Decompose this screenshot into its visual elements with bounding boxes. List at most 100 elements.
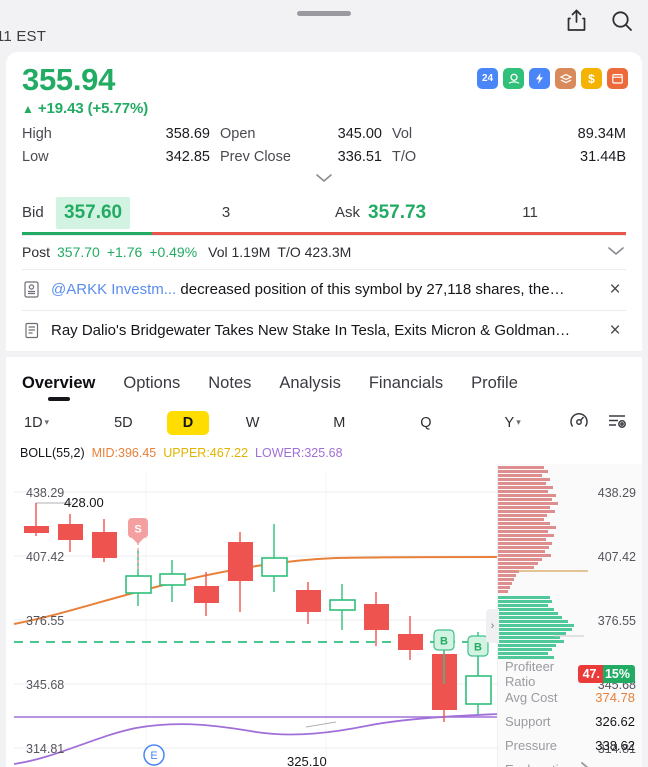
period-d[interactable]: D	[166, 410, 210, 435]
panel-y-label: 376.55	[597, 613, 636, 628]
indicator-lower: LOWER:325.68	[255, 445, 343, 460]
stat-label: High	[22, 125, 52, 142]
indicator-settings-icon[interactable]	[606, 410, 628, 436]
stat-label: Profiteer Ratio	[505, 658, 555, 689]
post-pct: +0.49%	[149, 244, 198, 261]
post-label: Post	[22, 244, 51, 261]
quote-stats: High 358.69 Open 345.00 Vol 89.34M Low 342.8…	[22, 126, 626, 172]
stat-label: Pressure	[505, 738, 558, 754]
stat-pressure: Pressure 338.62	[505, 734, 635, 758]
sheet-grabber[interactable]	[297, 11, 351, 16]
stat-value: 338.62	[595, 738, 635, 754]
up-arrow-icon: ▲	[22, 101, 34, 116]
explanation-link[interactable]: Explanation	[505, 758, 635, 767]
period-1d[interactable]: 1D ▾	[24, 415, 80, 431]
stat-value: 374.78	[595, 690, 635, 706]
y-axis-label: 345.68	[26, 677, 65, 692]
period-label: D	[166, 410, 210, 435]
period-label: Q	[420, 414, 432, 431]
chevron-right-icon[interactable]: ›	[486, 608, 499, 643]
indicator-name: BOLL(55,2)	[20, 445, 85, 460]
y-axis-label: 407.42	[26, 549, 65, 564]
post-market-row[interactable]: Post 357.70 +1.76 +0.49% Vol 1.19M T/O 4…	[22, 234, 626, 269]
period-5d[interactable]: 5D	[80, 415, 167, 431]
quote-card: 355.94 ▲ +19.43 (+5.77%) 24 $ High 358.6…	[6, 52, 642, 351]
stat-label: Low	[22, 148, 49, 165]
panel-y-label: 407.42	[597, 549, 636, 564]
tab-notes[interactable]: Notes	[208, 374, 251, 403]
top-bar-actions	[565, 8, 634, 33]
quote-stat-row: High 358.69 Open 345.00 Vol 89.34M	[22, 126, 626, 149]
indicator-upper: UPPER:467.22	[163, 445, 249, 460]
svg-text:S: S	[134, 523, 141, 535]
ask-price[interactable]: 357.73	[360, 197, 434, 229]
indicator-legend[interactable]: BOLL(55,2) MID:396.45 UPPER:467.22 LOWER…	[6, 442, 642, 464]
tab-analysis[interactable]: Analysis	[279, 374, 340, 403]
status-badge: 47. 15%	[577, 664, 635, 683]
badge-calendar[interactable]	[607, 68, 628, 89]
post-price: 357.70	[57, 244, 100, 261]
post-volume: Vol 1.19M	[208, 244, 271, 261]
badge-layers[interactable]	[555, 68, 576, 89]
chevron-down-icon: ▾	[516, 417, 521, 428]
close-icon[interactable]: ×	[604, 320, 626, 342]
share-icon[interactable]	[565, 8, 588, 33]
high-callout-label: 428.00	[64, 494, 104, 510]
tab-options[interactable]: Options	[123, 374, 180, 403]
close-icon[interactable]: ×	[604, 279, 626, 301]
stat-label: Prev Close	[220, 148, 291, 165]
news-row-fund[interactable]: @ARKK Investm... decreased position of t…	[22, 268, 626, 310]
stat-value: 89.34M	[577, 125, 626, 142]
news-document-icon	[22, 321, 41, 340]
period-m[interactable]: M	[296, 415, 383, 431]
bid-bar-segment	[22, 231, 152, 235]
explanation-label: Explanation	[505, 762, 573, 767]
period-label: 1D	[24, 414, 43, 431]
badge-dollar[interactable]: $	[581, 68, 602, 89]
stat-label: Support	[505, 714, 551, 730]
stat-support: Support 326.62	[505, 710, 635, 734]
badge-capital[interactable]	[503, 68, 524, 89]
feature-badges: 24 $	[477, 68, 628, 89]
chevron-down-icon: ▾	[44, 417, 50, 428]
gauge-icon[interactable]	[568, 410, 590, 436]
low-callout-label: 325.10	[287, 753, 327, 767]
stat-label: Vol	[392, 125, 413, 142]
period-w[interactable]: W	[209, 415, 296, 431]
news-row-article[interactable]: Ray Dalio's Bridgewater Takes New Stake …	[22, 309, 626, 351]
stat-value: 345.00	[337, 125, 382, 142]
price-chart[interactable]: S B B E 438.29 407.42 376.55 345.68 314.…	[6, 463, 642, 767]
tab-profile[interactable]: Profile	[471, 374, 518, 403]
ask-bar-segment	[151, 231, 626, 235]
tab-overview[interactable]: Overview	[22, 374, 95, 403]
bid-quantity: 3	[221, 204, 231, 222]
panel-y-label: 438.29	[597, 485, 636, 500]
panel-stats: Profiteer Ratio 47. 15% Avg Cost 374.78 …	[498, 658, 642, 767]
y-axis-label: 438.29	[26, 485, 65, 500]
chart-tool-icons	[568, 410, 628, 436]
search-icon[interactable]	[610, 9, 634, 33]
y-axis-label: 314.81	[26, 741, 65, 756]
badge-lightning[interactable]	[529, 68, 550, 89]
price-change-value: +19.43 (+5.77%)	[37, 99, 149, 117]
tab-financials[interactable]: Financials	[369, 374, 443, 403]
period-y[interactable]: Y ▾	[469, 415, 556, 431]
svg-text:E: E	[150, 750, 157, 762]
period-q[interactable]: Q	[383, 415, 470, 431]
stat-value: 336.51	[337, 148, 382, 165]
status-time: 11 EST	[0, 28, 47, 45]
ratio-profit: 15%	[602, 664, 635, 683]
chevron-down-icon[interactable]	[606, 244, 626, 260]
news-mention[interactable]: @ARKK Investm...	[51, 281, 176, 298]
svg-text:B: B	[474, 641, 482, 653]
stat-value: 342.85	[165, 148, 210, 165]
badge-24[interactable]: 24	[477, 68, 498, 89]
stat-profiteer-ratio: Profiteer Ratio 47. 15%	[505, 658, 635, 689]
expand-quote-chevron[interactable]	[22, 172, 626, 192]
stat-avg-cost: Avg Cost 374.78	[505, 686, 635, 710]
ask-label: Ask	[334, 204, 360, 222]
bid-price[interactable]: 357.60	[56, 196, 131, 229]
top-bar: 11 EST	[0, 0, 648, 52]
period-label: M	[333, 414, 346, 431]
earnings-marker: E	[143, 744, 165, 766]
